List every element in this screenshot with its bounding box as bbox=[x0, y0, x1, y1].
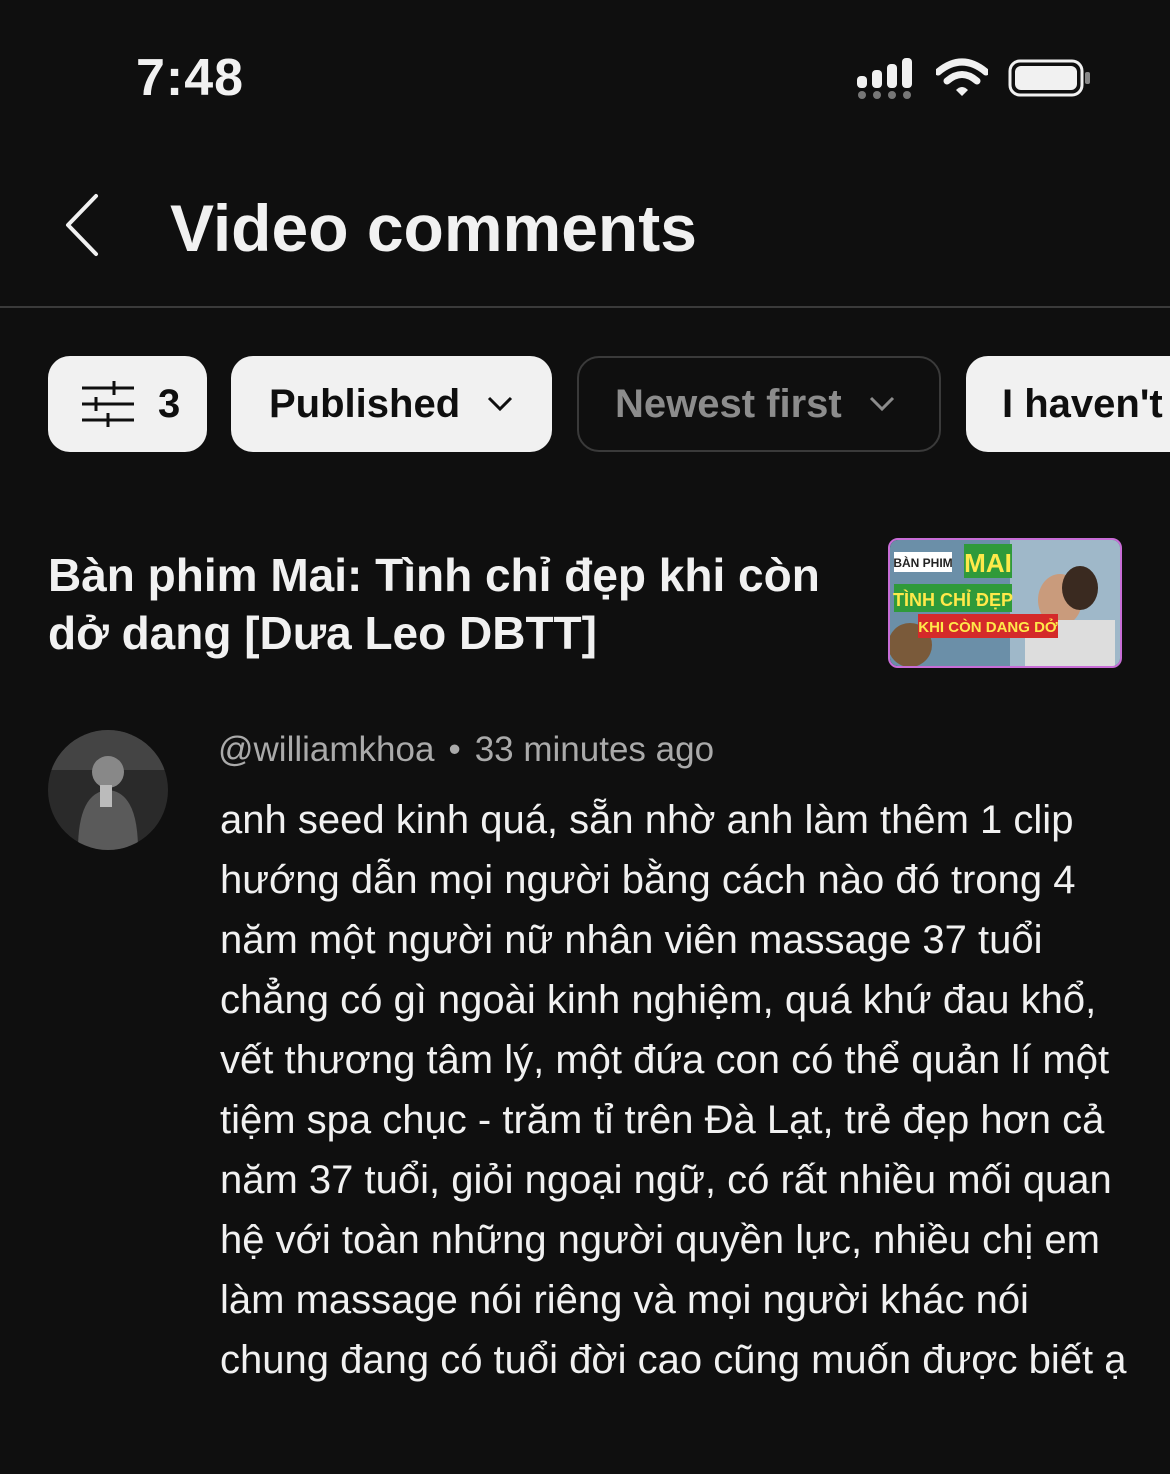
sliders-icon bbox=[82, 381, 134, 427]
thumb-tag-text: BÀN PHIM bbox=[893, 555, 952, 570]
thumb-name-text: MAI bbox=[964, 548, 1012, 578]
status-time: 7:48 bbox=[136, 49, 245, 107]
thumb-line1-text: TÌNH CHỈ ĐẸP bbox=[893, 589, 1013, 610]
comment-author[interactable]: @williamkhoa bbox=[218, 730, 434, 769]
back-arrow-icon[interactable] bbox=[58, 192, 106, 258]
cellular-signal-icon bbox=[857, 58, 912, 99]
comment-time: 33 minutes ago bbox=[474, 730, 715, 769]
avatar[interactable] bbox=[48, 730, 168, 850]
thumb-line2-text: KHI CÒN DANG DỞ bbox=[918, 618, 1058, 636]
filter-count: 3 bbox=[158, 381, 181, 426]
sort-dropdown[interactable]: Newest first bbox=[577, 356, 941, 452]
thumbnail-image: BÀN PHIM MAI TÌNH CHỈ ĐẸP KHI CÒN DANG D… bbox=[890, 540, 1120, 666]
chevron-down-icon bbox=[488, 396, 513, 412]
battery-icon bbox=[1008, 59, 1090, 97]
comment-meta: @williamkhoa • 33 minutes ago bbox=[218, 730, 714, 770]
unreplied-filter-chip[interactable]: I haven't bbox=[966, 356, 1170, 452]
video-title: Bàn phim Mai: Tình chỉ đẹp khi còn dở da… bbox=[48, 549, 820, 659]
video-info[interactable]: Bàn phim Mai: Tình chỉ đẹp khi còn dở da… bbox=[48, 546, 868, 662]
wifi-icon bbox=[936, 58, 988, 96]
filter-bar: 3 Published Newest first I haven't bbox=[0, 356, 1170, 454]
meta-separator: • bbox=[448, 730, 461, 769]
unreplied-label: I haven't bbox=[1002, 381, 1163, 426]
video-thumbnail[interactable]: BÀN PHIM MAI TÌNH CHỈ ĐẸP KHI CÒN DANG D… bbox=[888, 538, 1122, 668]
avatar-image bbox=[48, 730, 168, 850]
chevron-down-icon bbox=[869, 396, 894, 412]
page-title: Video comments bbox=[170, 191, 697, 265]
published-dropdown[interactable]: Published bbox=[231, 356, 552, 452]
top-app-bar: Video comments bbox=[0, 150, 1170, 308]
status-bar: 7:48 bbox=[0, 0, 1170, 150]
filter-button[interactable]: 3 bbox=[48, 356, 207, 452]
published-label: Published bbox=[269, 381, 461, 426]
sort-label: Newest first bbox=[615, 381, 842, 426]
comment-text: anh seed kinh quá, sẵn nhờ anh làm thêm … bbox=[220, 798, 1127, 1382]
